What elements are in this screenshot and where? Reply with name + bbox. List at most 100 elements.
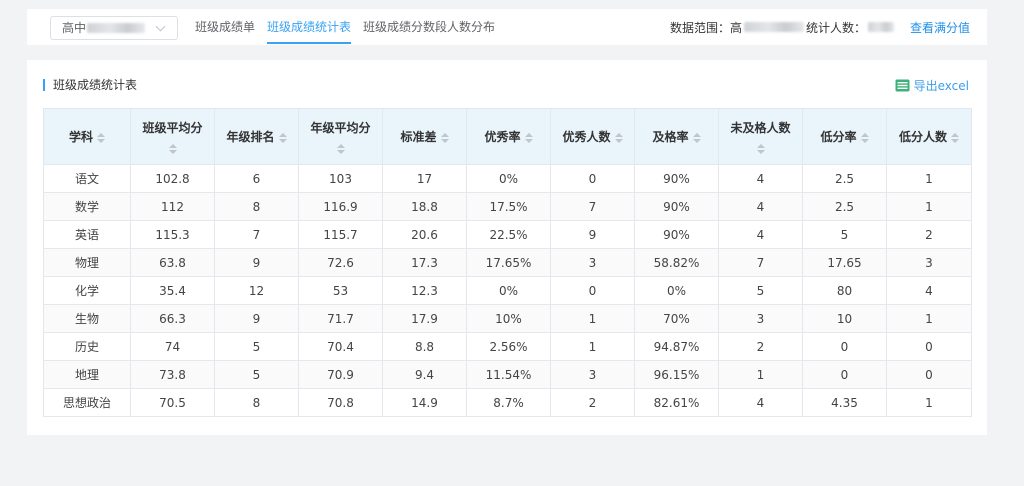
- table-cell-low-score-count: 1: [886, 192, 972, 221]
- table-cell-fail-count: 2: [718, 332, 803, 361]
- table-cell-pass-rate: 82.61%: [634, 388, 719, 417]
- table-cell-pass-rate: 90%: [634, 192, 719, 221]
- column-header-grade-average[interactable]: 年级平均分: [298, 108, 383, 165]
- column-header-label: 年级排名: [226, 130, 275, 144]
- table-cell-fail-count: 3: [718, 304, 803, 333]
- table-cell-grade-rank: 8: [214, 192, 299, 221]
- table-cell-std-dev: 17.3: [382, 248, 467, 277]
- sort-icon[interactable]: [860, 132, 869, 143]
- sort-icon[interactable]: [336, 144, 345, 154]
- table-cell-grade-average: 72.6: [298, 248, 383, 277]
- sort-icon[interactable]: [97, 132, 105, 143]
- column-header-label: 标准差: [400, 130, 437, 144]
- column-header-fail-count[interactable]: 未及格人数: [718, 108, 803, 165]
- table-cell-excellent-rate: 0%: [466, 164, 551, 193]
- table-cell-subject: 地理: [43, 360, 131, 389]
- tab-score-distribution[interactable]: 班级成绩分数段人数分布: [363, 9, 495, 45]
- table-cell-grade-average: 53: [298, 276, 383, 305]
- table-cell-excellent-count: 1: [550, 304, 635, 333]
- tab-class-stats[interactable]: 班级成绩统计表: [267, 9, 352, 45]
- table-cell-subject: 思想政治: [43, 388, 131, 417]
- table-cell-grade-average: 115.7: [298, 220, 383, 249]
- table-cell-grade-rank: 5: [214, 332, 299, 361]
- table-cell-excellent-count: 0: [550, 276, 635, 305]
- table-cell-low-score-rate: 2.5: [802, 192, 887, 221]
- stats-table: 学科 班级平均分 年级排名 年级平均分 标准差 优秀率 优秀人数 及格率 未及格人数低分率 低分人…: [43, 108, 972, 417]
- table-cell-grade-rank: 5: [214, 360, 299, 389]
- redacted-block: [743, 22, 804, 32]
- table-cell-grade-average: 116.9: [298, 192, 383, 221]
- table-cell-pass-rate: 90%: [634, 220, 719, 249]
- column-header-label: 低分人数: [898, 130, 947, 144]
- table-cell-excellent-rate: 2.56%: [466, 332, 551, 361]
- sort-icon[interactable]: [951, 132, 959, 143]
- table-cell-excellent-rate: 22.5%: [466, 220, 551, 249]
- table-row: 生物 66.3 9 71.7 17.9 10% 1 70% 3 10 1: [43, 304, 972, 333]
- column-header-low-score-rate[interactable]: 低分率: [802, 108, 887, 165]
- table-row: 历史 74 5 70.4 8.8 2.56% 1 94.87% 2 0 0: [43, 332, 972, 361]
- column-header-label: 低分率: [820, 130, 857, 144]
- school-select[interactable]: 高中: [50, 16, 178, 40]
- sort-icon[interactable]: [614, 132, 623, 143]
- sort-icon[interactable]: [168, 144, 177, 154]
- column-header-pass-rate[interactable]: 及格率: [634, 108, 719, 165]
- table-cell-low-score-count: 0: [886, 360, 972, 389]
- column-header-std-dev[interactable]: 标准差: [382, 108, 467, 165]
- summary-info: 数据范围：高 统计人数： 查看满分值: [670, 9, 970, 45]
- table-cell-grade-rank: 6: [214, 164, 299, 193]
- column-header-excellent-count[interactable]: 优秀人数: [550, 108, 635, 165]
- table-row: 物理 63.8 9 72.6 17.3 17.65% 3 58.82% 7 17.65 3: [43, 248, 972, 277]
- view-full-score-link[interactable]: 查看满分值: [910, 19, 970, 36]
- school-select-value: 高中: [62, 21, 87, 35]
- table-cell-std-dev: 8.8: [382, 332, 467, 361]
- table-cell-grade-average: 70.4: [298, 332, 383, 361]
- top-bar: 高中 班级成绩单 班级成绩统计表 班级成绩分数段人数分布 数据范围：高 统计人数： …: [27, 9, 987, 45]
- table-cell-grade-rank: 7: [214, 220, 299, 249]
- table-cell-excellent-count: 0: [550, 164, 635, 193]
- table-cell-grade-rank: 12: [214, 276, 299, 305]
- column-header-class-average[interactable]: 班级平均分: [130, 108, 215, 165]
- column-header-grade-rank[interactable]: 年级排名: [214, 108, 299, 165]
- column-header-label: 优秀人数: [562, 130, 611, 144]
- table-cell-std-dev: 17.9: [382, 304, 467, 333]
- column-header-excellent-rate[interactable]: 优秀率: [466, 108, 551, 165]
- column-header-subject[interactable]: 学科: [43, 108, 131, 165]
- table-cell-low-score-rate: 4.35: [802, 388, 887, 417]
- table-row: 化学 35.4 12 53 12.3 0% 0 0% 5 80 4: [43, 276, 972, 305]
- sort-icon[interactable]: [692, 132, 701, 143]
- column-header-label: 及格率: [652, 130, 689, 144]
- table-cell-pass-rate: 70%: [634, 304, 719, 333]
- table-cell-low-score-rate: 5: [802, 220, 887, 249]
- redacted-block: [867, 22, 894, 32]
- table-cell-std-dev: 18.8: [382, 192, 467, 221]
- table-cell-class-average: 74: [130, 332, 215, 361]
- table-cell-class-average: 66.3: [130, 304, 215, 333]
- table-cell-class-average: 115.3: [130, 220, 215, 249]
- table-cell-fail-count: 4: [718, 192, 803, 221]
- table-cell-std-dev: 14.9: [382, 388, 467, 417]
- column-header-label: 学科: [68, 130, 93, 144]
- table-cell-excellent-rate: 11.54%: [466, 360, 551, 389]
- table-cell-excellent-rate: 0%: [466, 276, 551, 305]
- export-excel-button[interactable]: 导出excel: [895, 77, 969, 93]
- table-cell-excellent-rate: 8.7%: [466, 388, 551, 417]
- column-header-label: 未及格人数: [730, 121, 791, 135]
- table-cell-excellent-rate: 10%: [466, 304, 551, 333]
- table-cell-fail-count: 4: [718, 164, 803, 193]
- tab-class-report[interactable]: 班级成绩单: [195, 9, 255, 45]
- column-header-low-score-count[interactable]: 低分人数: [886, 108, 972, 165]
- table-cell-pass-rate: 94.87%: [634, 332, 719, 361]
- sort-icon[interactable]: [756, 144, 765, 154]
- data-range-label: 数据范围：高: [669, 20, 742, 35]
- sort-icon[interactable]: [278, 132, 287, 143]
- table-cell-fail-count: 7: [718, 248, 803, 277]
- table-cell-grade-average: 103: [298, 164, 383, 193]
- table-cell-low-score-rate: 80: [802, 276, 887, 305]
- table-cell-low-score-rate: 0: [802, 332, 887, 361]
- table-cell-excellent-count: 3: [550, 248, 635, 277]
- sort-icon[interactable]: [524, 132, 533, 143]
- table-cell-std-dev: 9.4: [382, 360, 467, 389]
- table-cell-low-score-count: 1: [886, 164, 972, 193]
- table-cell-low-score-rate: 10: [802, 304, 887, 333]
- sort-icon[interactable]: [440, 132, 449, 143]
